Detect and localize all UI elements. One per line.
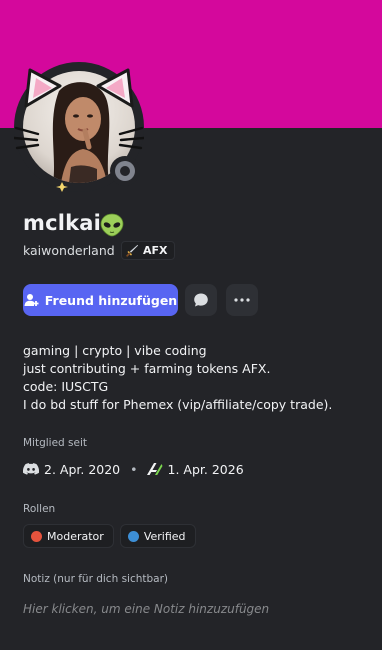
member-since-title: Mitglied seit [23, 437, 88, 449]
bio-line: I do bd stuff for Phemex (vip/affiliate/… [23, 397, 333, 412]
role-label: Moderator [47, 529, 104, 543]
server-tag-badge[interactable]: AFX [121, 241, 175, 260]
offline-status-icon [115, 161, 135, 181]
note-title: Notiz (nur für dich sichtbar) [23, 573, 169, 585]
bio: gaming | crypto | vibe coding just contr… [23, 342, 363, 414]
avatar-container[interactable] [14, 62, 144, 192]
alien-emoji [100, 213, 124, 237]
role-color-dot [127, 530, 139, 542]
discord-member-since-date: 2. Apr. 2020 [44, 461, 121, 477]
server-tag-label: AFX [143, 244, 168, 257]
more-icon [234, 298, 250, 302]
add-friend-icon [24, 294, 39, 306]
sword-icon [126, 244, 139, 257]
role-color-dot [31, 530, 42, 542]
roles-list: Moderator Verified [23, 524, 196, 548]
server-member-since-date: 1. Apr. 2026 [167, 461, 244, 477]
role-label: Verified [143, 529, 186, 543]
note-input[interactable]: Hier klicken, um eine Notiz hinzuzufügen [23, 602, 269, 616]
add-friend-button[interactable]: Freund hinzufügen [23, 284, 178, 316]
send-message-button[interactable] [185, 284, 217, 316]
bio-line: code: IUSCTG [23, 379, 109, 394]
more-options-button[interactable] [226, 284, 258, 316]
status-indicator [110, 156, 140, 186]
bio-line: gaming | crypto | vibe coding [23, 343, 207, 358]
username[interactable]: kaiwonderland [23, 243, 115, 258]
display-name: mclkai [23, 211, 102, 235]
bio-line: just contributing + farming tokens AFX. [23, 361, 271, 376]
server-icon [145, 462, 163, 476]
role-verified[interactable]: Verified [119, 524, 196, 548]
add-friend-label: Freund hinzufügen [44, 292, 178, 308]
discord-logo-icon [23, 463, 39, 475]
role-moderator[interactable]: Moderator [23, 524, 114, 548]
chat-bubble-icon [194, 293, 208, 307]
roles-title: Rollen [23, 503, 56, 515]
member-since-row: 2. Apr. 2020 • 1. Apr. 2026 [23, 461, 244, 477]
